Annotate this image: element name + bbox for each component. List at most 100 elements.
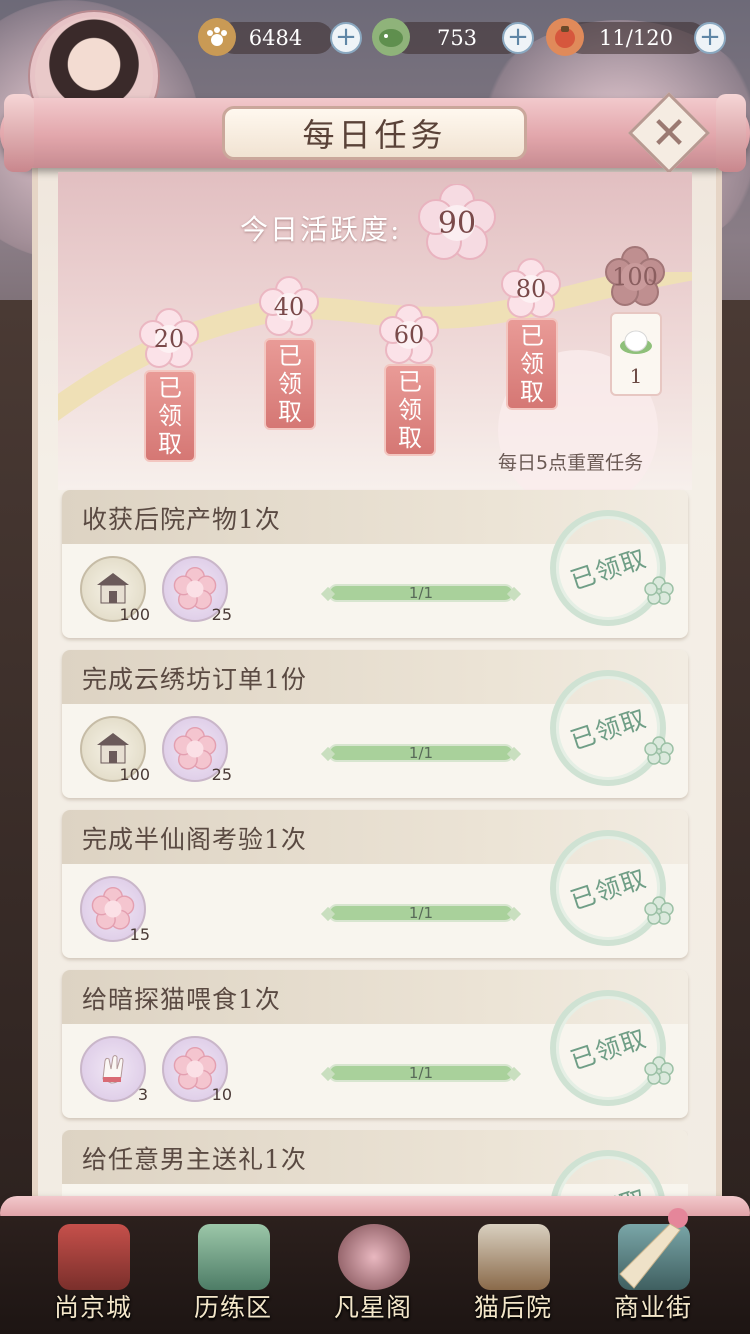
task-row: 完成半仙阁考验1次 15 1/1 已领取: [62, 810, 688, 958]
jade-gem-icon: [372, 18, 410, 56]
tag-char: 已: [158, 374, 182, 402]
task-progress-bar: 1/1: [328, 584, 514, 602]
task-title: 给任意男主送礼1次: [82, 1145, 307, 1174]
house-icon: [97, 573, 129, 604]
reward-item[interactable]: 10: [162, 1036, 232, 1104]
task-progress-bar: 1/1: [328, 744, 514, 762]
cat-basket-icon: [478, 1224, 550, 1290]
task-title: 完成云绣坊订单1份: [82, 665, 307, 694]
paw-coin-value: 6484: [248, 26, 303, 50]
milestone-20-points: 20: [153, 325, 185, 353]
claimed-stamp: 已领取: [550, 990, 674, 1106]
tag-char: 已: [398, 368, 422, 396]
blossom-icon: [173, 1047, 217, 1090]
milestone-100-badge: 100: [604, 246, 666, 308]
milestone-60-points: 60: [393, 321, 425, 349]
panel-title: 每日任务: [222, 106, 527, 160]
claimed-stamp: 已领取: [550, 510, 674, 626]
flower-icon: [644, 896, 674, 925]
reward-count: 10: [211, 1085, 232, 1104]
nav-label: 尚京城: [53, 1293, 132, 1322]
reward-count: 100: [119, 765, 150, 784]
reward-item[interactable]: 25: [162, 716, 232, 784]
milestone-100-reward-count: 1: [629, 364, 643, 388]
nav-label: 历练区: [193, 1293, 272, 1322]
tag-char: 领: [398, 396, 422, 424]
milestone-60-claimed-tag[interactable]: 已 领 取: [384, 364, 436, 456]
add-stamina-button[interactable]: +: [694, 22, 726, 54]
reward-count: 3: [137, 1085, 148, 1104]
task-title: 给暗探猫喂食1次: [82, 985, 281, 1014]
activity-label: 今日活跃度:: [240, 213, 402, 246]
reward-item[interactable]: 100: [80, 556, 150, 624]
nav-item-fanxing-pavilion[interactable]: 凡星阁: [308, 1216, 438, 1334]
milestone-100-points: 100: [612, 263, 658, 291]
nav-item-shangjing-city[interactable]: 尚京城: [28, 1216, 158, 1334]
house-icon: [97, 733, 129, 764]
claimed-stamp: 已领取: [550, 670, 674, 786]
panel-title-text: 每日任务: [302, 116, 447, 154]
add-jade-gem-button[interactable]: +: [502, 22, 534, 54]
milestone-80-points: 80: [515, 275, 547, 303]
claimed-stamp-text: 已领取: [566, 863, 651, 916]
add-paw-coin-button[interactable]: +: [330, 22, 362, 54]
milestone-40-badge: 40: [258, 276, 320, 338]
reward-item[interactable]: 15: [80, 876, 150, 944]
claimed-stamp-text: 已领取: [566, 543, 651, 596]
reward-count: 25: [211, 765, 232, 784]
reward-item[interactable]: 3: [80, 1036, 148, 1104]
reward-count: 25: [211, 605, 232, 624]
milestone-80-claimed-tag[interactable]: 已 领 取: [506, 318, 558, 410]
rice-cake-icon: [620, 330, 652, 354]
nav-label: 猫后院: [473, 1293, 552, 1322]
blossom-icon: [173, 567, 217, 610]
task-row: 收获后院产物1次 100 25 1/1 已领取: [62, 490, 688, 638]
activity-value: 90: [437, 205, 477, 241]
milestone-20-claimed-tag[interactable]: 已 领 取: [144, 370, 196, 462]
cherry-tree-icon: [338, 1224, 410, 1290]
nav-item-cat-yard[interactable]: 猫后院: [448, 1216, 578, 1334]
milestone-40-claimed-tag[interactable]: 已 领 取: [264, 338, 316, 430]
claimed-stamp-text: 已领取: [566, 1023, 651, 1076]
task-row-clip: 给任意男主送礼1次 已领取: [62, 1130, 688, 1200]
task-row: 给暗探猫喂食1次 3 10 1/1 已领取: [62, 970, 688, 1118]
stamina-food-icon: [546, 18, 584, 56]
blossom-icon: [173, 727, 217, 770]
tag-char: 领: [520, 350, 544, 378]
flower-icon: [644, 1056, 674, 1085]
scroll-top-end-right: [716, 94, 746, 172]
task-progress-text: 1/1: [408, 584, 434, 602]
paw-coin-icon: [198, 18, 236, 56]
reward-count: 100: [119, 605, 150, 624]
task-progress-text: 1/1: [408, 744, 434, 762]
blossom-icon: [91, 887, 135, 930]
jade-gem-value: 753: [436, 26, 478, 50]
stamina-value: 11/120: [599, 26, 673, 50]
activity-value-badge: 90: [418, 184, 496, 262]
nav-label: 凡星阁: [333, 1293, 412, 1322]
milestone-60-badge: 60: [378, 304, 440, 366]
milestone-100-reward-tag[interactable]: 1: [610, 312, 662, 396]
nav-item-training[interactable]: 历练区: [168, 1216, 298, 1334]
city-gate-icon: [58, 1224, 130, 1290]
tag-char: 取: [398, 424, 422, 452]
currency-stamina: 11/120: [566, 22, 706, 54]
claimed-stamp: 已领取: [550, 830, 674, 946]
tag-char: 取: [158, 430, 182, 458]
milestone-80-badge: 80: [500, 258, 562, 320]
reward-item[interactable]: 100: [80, 716, 150, 784]
task-title: 收获后院产物1次: [82, 505, 281, 534]
mountain-icon: [198, 1224, 270, 1290]
close-icon[interactable]: ✕: [640, 104, 698, 162]
glove-icon: [102, 1055, 124, 1084]
reward-item[interactable]: 25: [162, 556, 232, 624]
flower-icon: [644, 736, 674, 765]
reward-count: 15: [129, 925, 150, 944]
task-progress-bar: 1/1: [328, 904, 514, 922]
tag-char: 领: [158, 402, 182, 430]
task-row: 给任意男主送礼1次 已领取: [62, 1130, 688, 1200]
flower-icon: [644, 576, 674, 605]
task-progress-text: 1/1: [408, 1064, 434, 1082]
scroll-top-end-left: [4, 94, 34, 172]
tag-char: 已: [278, 342, 302, 370]
